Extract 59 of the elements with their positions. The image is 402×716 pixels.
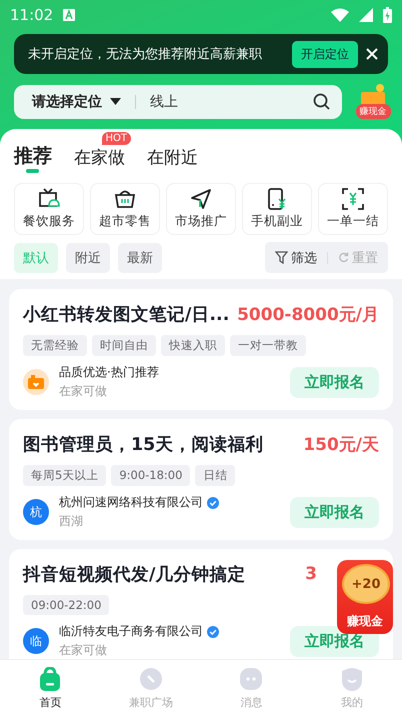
- job-tag: 日结: [195, 465, 236, 486]
- hot-badge: HOT: [102, 132, 131, 145]
- job-tag: 时间自由: [92, 335, 156, 356]
- company-avatar: 临: [23, 628, 49, 654]
- enable-location-button[interactable]: 开启定位: [292, 40, 358, 68]
- search-field[interactable]: 请选择定位 线上: [14, 84, 342, 118]
- job-card[interactable]: 小红书转发图文笔记/日... 5000-8000元/月 无需经验 时间自由 快速入职 一对一带教 品质优选·热门推荐 在家可做 立即报名: [9, 289, 393, 410]
- floating-reward-badge[interactable]: +20 赚现金: [337, 560, 393, 634]
- toast-message: 未开启定位，无法为您推荐附近高薪兼职: [28, 46, 263, 63]
- refresh-icon: [338, 252, 349, 263]
- job-title: 小红书转发图文笔记/日...: [23, 304, 230, 326]
- job-salary: 3: [305, 564, 317, 584]
- funnel-icon: [275, 251, 288, 264]
- job-tag: 每周5天以上: [23, 465, 106, 486]
- company-name: 杭州问速网络科技有限公司: [59, 494, 203, 511]
- paper-plane-icon: [189, 187, 213, 211]
- battery-icon: [383, 7, 392, 23]
- company-name: 品质优选·热门推荐: [59, 364, 159, 381]
- category-shortcut[interactable]: 一单一结: [318, 183, 388, 235]
- job-location: 西湖: [59, 513, 84, 530]
- job-location: 在家可做: [59, 642, 108, 659]
- job-salary: 5000-8000元/月: [237, 304, 379, 326]
- category-tab[interactable]: 在附近: [147, 146, 198, 173]
- company-avatar: 杭: [23, 499, 49, 525]
- signal-icon: [359, 8, 373, 22]
- job-title: 抖音短视频代发/几分钟搞定: [23, 564, 246, 586]
- location-selector[interactable]: 请选择定位: [32, 92, 102, 110]
- category-tab[interactable]: 推荐: [14, 143, 52, 173]
- coin-amount: +20: [342, 564, 390, 604]
- smiley-icon: [340, 666, 364, 690]
- job-card[interactable]: 图书管理员，15天，阅读福利 150元/天 每周5天以上 9:00-18:00 日结 杭 杭州问速网络科技有限公司 西湖 立即报名: [9, 419, 393, 540]
- job-tag: 一对一带教: [230, 335, 306, 356]
- status-time: 11:02: [10, 6, 54, 24]
- job-tag: 快速入职: [161, 335, 225, 356]
- caret-icon: [110, 98, 121, 105]
- job-tag: 无需经验: [23, 335, 87, 356]
- close-icon[interactable]: [366, 48, 378, 60]
- filter-button[interactable]: 筛选: [275, 248, 317, 266]
- scan-yuan-icon: [341, 187, 365, 211]
- category-shortcut[interactable]: 超市零售: [90, 183, 160, 235]
- reward-label[interactable]: 赚现金: [356, 104, 390, 119]
- job-title: 图书管理员，15天，阅读福利: [23, 434, 264, 456]
- wifi-icon: [331, 8, 349, 22]
- keyboard-indicator-icon: [63, 9, 76, 21]
- category-tab[interactable]: 在家做: [74, 146, 125, 173]
- search-value: 线上: [150, 92, 179, 110]
- job-tag: 9:00-18:00: [111, 465, 190, 486]
- category-shortcut[interactable]: 手机副业: [242, 183, 312, 235]
- category-shortcut[interactable]: 餐饮服务: [14, 183, 84, 235]
- job-salary: 150元/天: [303, 434, 379, 456]
- sort-option[interactable]: 附近: [66, 242, 110, 272]
- chat-bubble-icon: [239, 666, 264, 690]
- category-shortcut[interactable]: 市场推广: [166, 183, 236, 235]
- search-icon[interactable]: [313, 93, 330, 110]
- company-name: 临沂特友电子商务有限公司: [59, 623, 203, 640]
- job-tag: 09:00-22:00: [23, 595, 110, 615]
- job-location: 在家可做: [59, 383, 108, 400]
- sort-option[interactable]: 最新: [118, 242, 162, 272]
- nav-tab[interactable]: 首页: [0, 660, 100, 716]
